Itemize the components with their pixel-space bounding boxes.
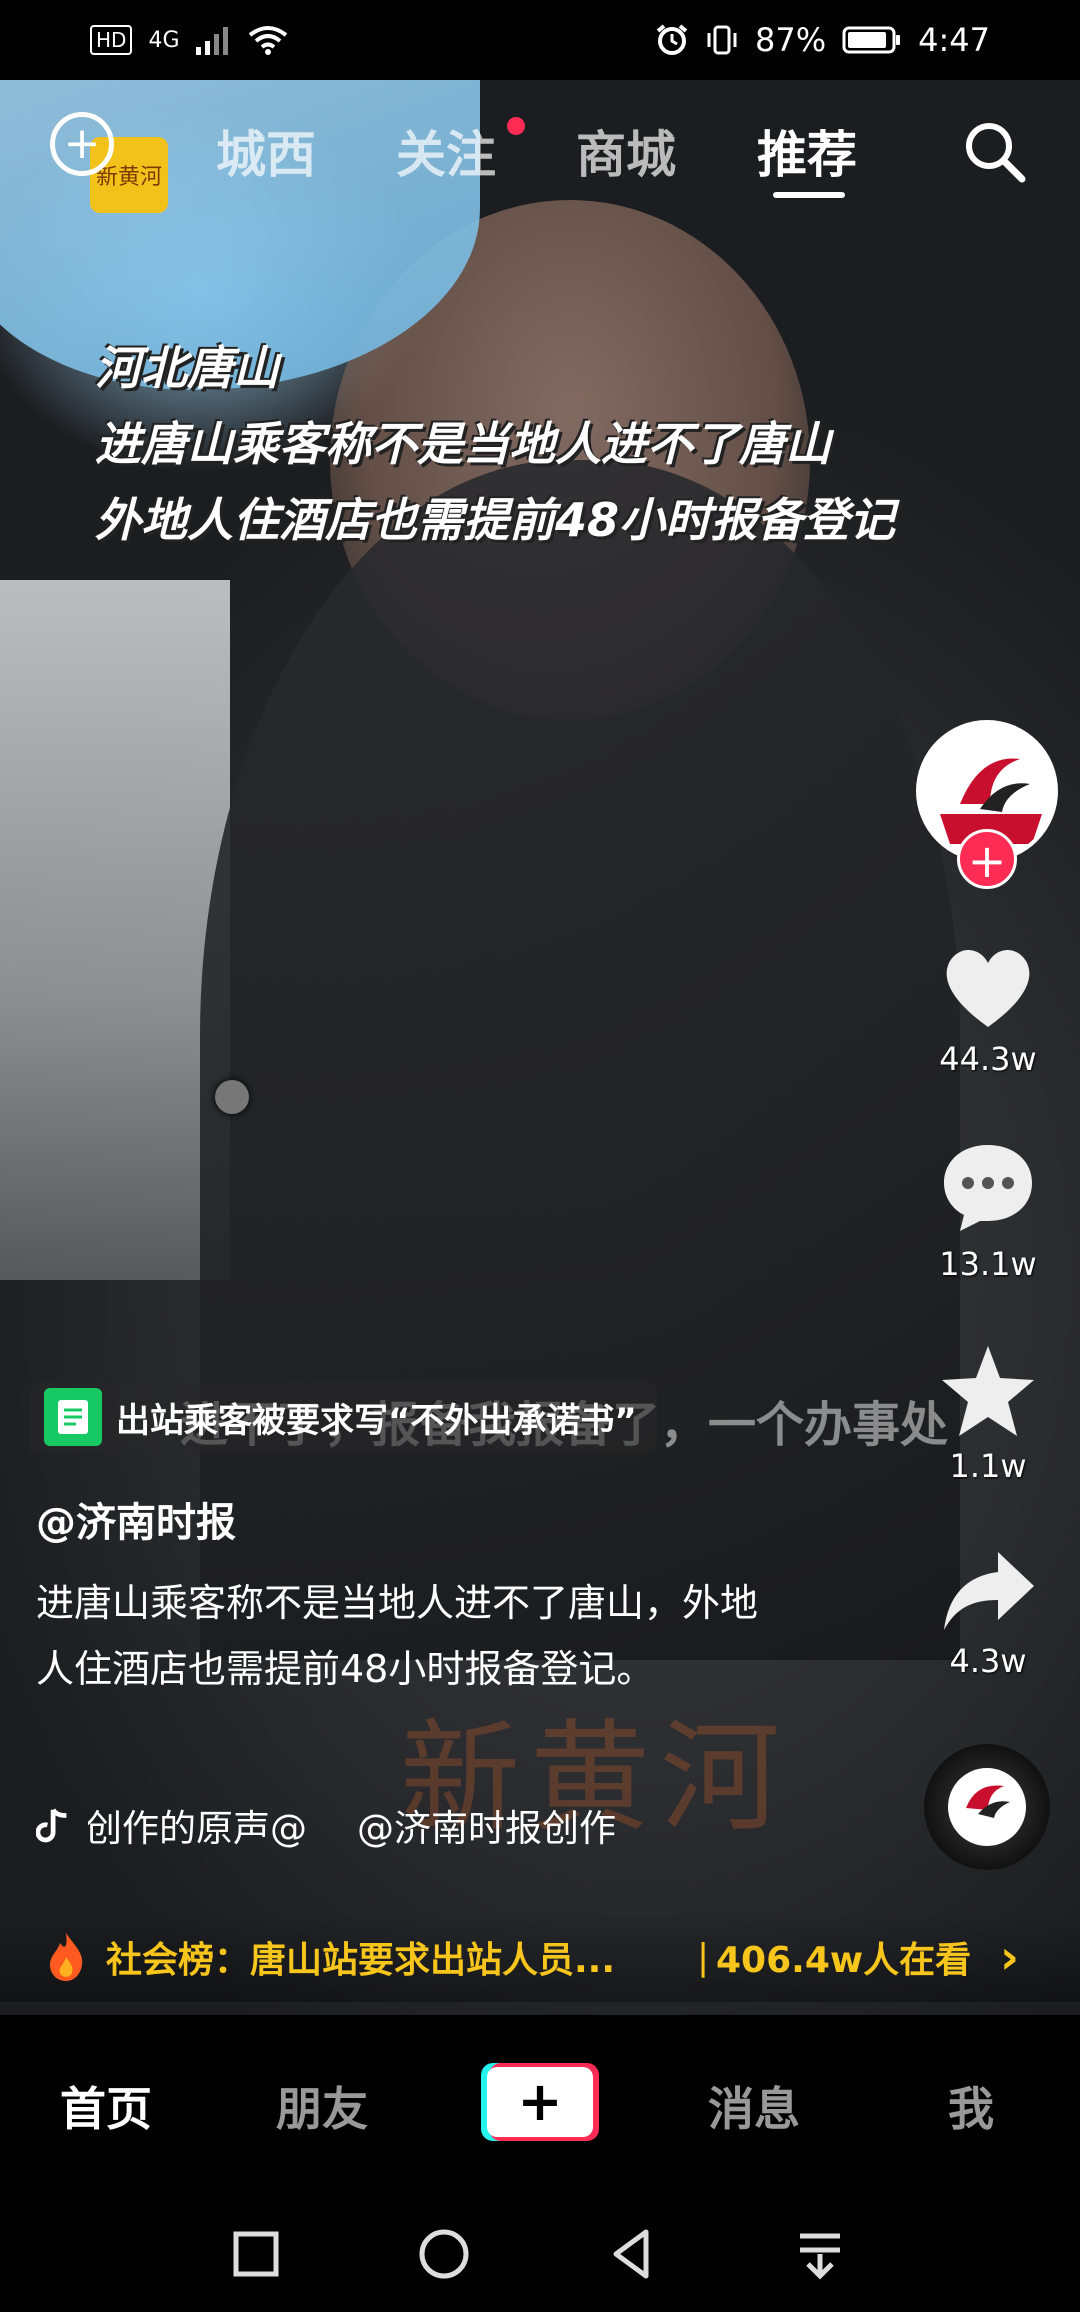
- wifi-icon: [248, 26, 287, 55]
- create-plus-icon: +: [487, 2067, 593, 2137]
- hot-list-bar[interactable]: 社会榜：唐山站要求出站人员... | 406.4w人在看 ›: [0, 1912, 1080, 2002]
- clock: 4:47: [918, 21, 990, 59]
- tab-follow[interactable]: 关注: [396, 115, 496, 187]
- add-circle-icon[interactable]: +: [50, 112, 114, 176]
- like-count: 44.3w: [939, 1040, 1037, 1078]
- like-heart-icon[interactable]: [936, 935, 1040, 1039]
- chevron-right-icon: ›: [1000, 1930, 1019, 1984]
- notification-dot: [507, 117, 525, 135]
- author-name[interactable]: @济南时报: [36, 1490, 236, 1548]
- network-type: 4G: [148, 27, 180, 53]
- tab-chengxi[interactable]: 城西: [216, 115, 316, 187]
- overlay-line: 进唐山乘客称不是当地人进不了唐山: [95, 417, 831, 471]
- music-disc-avatar: [948, 1768, 1026, 1846]
- hot-list-separator: |: [697, 1936, 710, 1978]
- bottom-tab-bar: 首页 朋友 + 消息 我: [0, 2015, 1080, 2190]
- overlay-line: 外地人住酒店也需提前48小时报备登记: [95, 493, 896, 547]
- search-icon[interactable]: [960, 117, 1030, 187]
- shirt-button: [215, 1080, 249, 1114]
- status-right: 87% 4:47: [655, 21, 990, 59]
- create-button[interactable]: +: [481, 2063, 599, 2141]
- tab-messages[interactable]: 消息: [708, 2073, 800, 2139]
- follow-button[interactable]: +: [957, 829, 1017, 889]
- alarm-icon: [656, 24, 688, 55]
- vibrate-icon: [707, 25, 737, 55]
- tab-home[interactable]: 首页: [60, 2073, 152, 2139]
- home-circle-icon[interactable]: [414, 2224, 474, 2284]
- system-nav-bar: [0, 2190, 1080, 2312]
- video-subject-shirt: [200, 460, 960, 1660]
- share-icon[interactable]: [936, 1540, 1040, 1644]
- topic-chip-label: 出站乘客被要求写“不外出承诺书”: [116, 1400, 637, 1441]
- music-disc[interactable]: [924, 1744, 1050, 1870]
- notification-pulldown-icon[interactable]: [790, 2224, 850, 2284]
- battery-percent: 87%: [755, 21, 827, 59]
- active-tab-indicator: [773, 192, 845, 198]
- battery-icon: [842, 26, 901, 54]
- top-nav: 新黄河 + 城西 关注 商城 推荐: [0, 95, 1080, 213]
- comment-icon[interactable]: [936, 1135, 1040, 1239]
- topic-chip[interactable]: 出站乘客被要求写“不外出承诺书”: [30, 1382, 657, 1452]
- video-overlay-caption: 河北唐山 进唐山乘客称不是当地人进不了唐山 外地人住酒店也需提前48小时报备登记: [95, 330, 895, 558]
- music-note-icon: [36, 1808, 67, 1843]
- recent-apps-icon[interactable]: [226, 2224, 286, 2284]
- comment-count: 13.1w: [939, 1245, 1037, 1283]
- music-title-scroll: @济南时报创作: [357, 1807, 616, 1850]
- hot-list-label: 社会榜：唐山站要求出站人员...: [106, 1940, 616, 1981]
- back-triangle-icon[interactable]: [602, 2224, 662, 2284]
- share-count: 4.3w: [949, 1642, 1027, 1680]
- favorite-star-icon[interactable]: [936, 1340, 1040, 1444]
- document-icon: [44, 1388, 102, 1446]
- tab-mall[interactable]: 商城: [576, 115, 676, 187]
- hd-badge: HD: [90, 25, 133, 55]
- music-title: @济南时报创作的原声: [88, 1807, 307, 1850]
- video-background-station: [0, 580, 230, 1280]
- tab-recommend[interactable]: 推荐: [757, 115, 857, 187]
- overlay-line: 河北唐山: [95, 341, 279, 395]
- fire-icon: [50, 1933, 83, 1981]
- post-description: 进唐山乘客称不是当地人进不了唐山，外地人住酒店也需提前48小时报备登记。: [36, 1581, 759, 1691]
- status-bar: HD 4G 87% 4:47: [0, 0, 1080, 80]
- tab-friends[interactable]: 朋友: [276, 2073, 368, 2139]
- status-left: HD 4G: [90, 25, 288, 55]
- signal-icon: [195, 27, 228, 55]
- music-row[interactable]: @济南时报创作的原声 @济南时报创作: [36, 1800, 616, 1850]
- tab-me[interactable]: 我: [948, 2073, 994, 2139]
- hot-list-watching: 406.4w人在看: [716, 1940, 972, 1981]
